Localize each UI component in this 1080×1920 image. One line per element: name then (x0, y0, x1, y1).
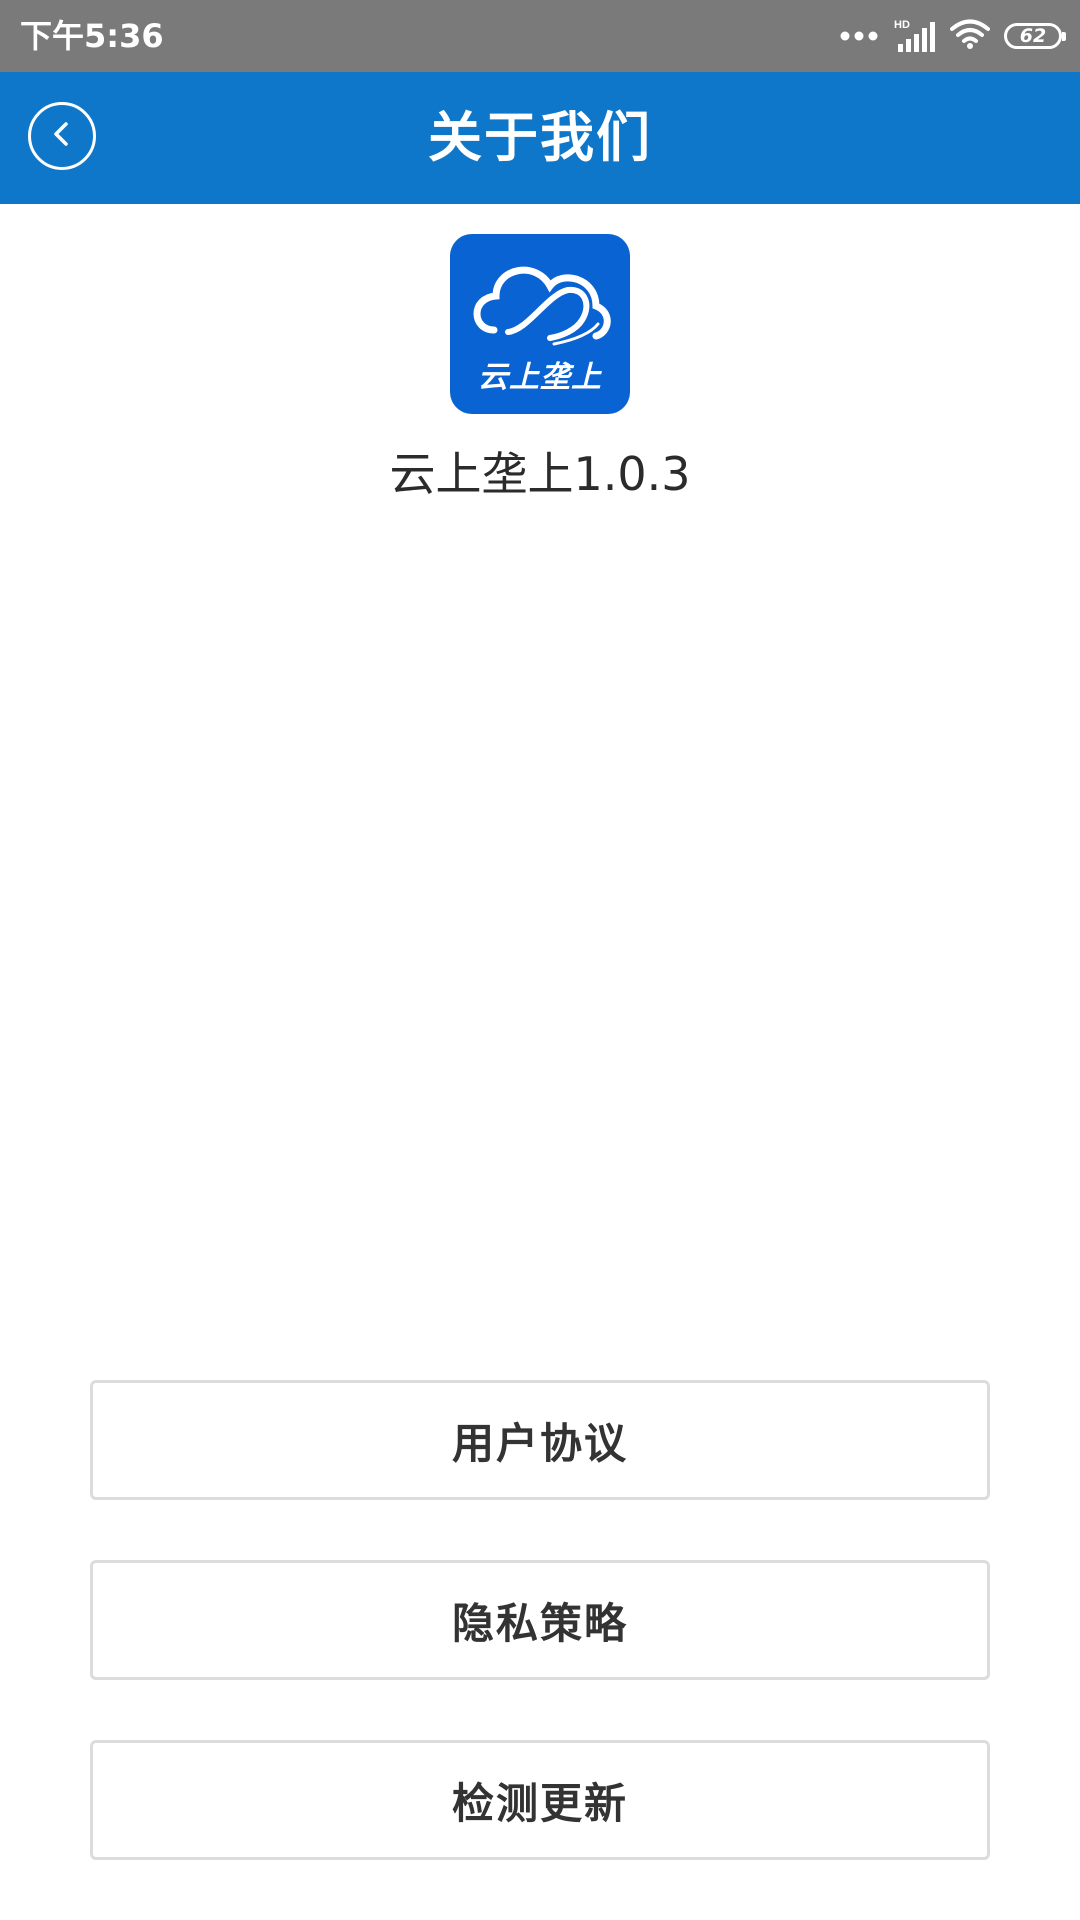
check-update-button[interactable]: 检测更新 (90, 1740, 990, 1860)
network-badge: HD (894, 19, 910, 31)
battery-level: 62 (1019, 24, 1047, 47)
user-agreement-button[interactable]: 用户协议 (90, 1380, 990, 1500)
more-dots-icon (840, 27, 878, 46)
app-version-label: 云上垄上1.0.3 (389, 447, 691, 501)
chevron-left-icon (47, 119, 77, 153)
app-logo: 云上垄上 (450, 234, 630, 414)
cellular-signal-icon: HD (892, 18, 936, 54)
status-time: 下午5:36 (20, 17, 164, 55)
privacy-policy-button[interactable]: 隐私策略 (90, 1560, 990, 1680)
back-button[interactable] (28, 102, 96, 170)
battery-icon: 62 (1004, 23, 1066, 49)
page-title: 关于我们 (428, 106, 652, 169)
app-bar: 关于我们 (0, 72, 1080, 204)
wifi-icon (950, 18, 990, 54)
status-bar: 下午5:36 HD 62 (0, 0, 1080, 72)
status-icons: HD 62 (840, 16, 1066, 56)
logo-text: 云上垄上 (478, 360, 602, 395)
